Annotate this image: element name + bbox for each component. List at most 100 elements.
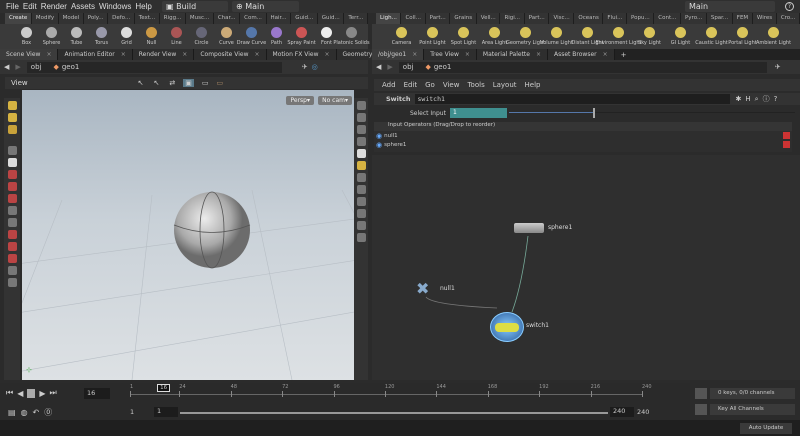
- menu-assets[interactable]: Assets: [71, 2, 95, 11]
- transform-icon[interactable]: ⇄: [169, 79, 175, 87]
- shelf-tab[interactable]: Spar...: [706, 13, 733, 24]
- lighting-icon[interactable]: [356, 161, 366, 170]
- forward-icon[interactable]: ▶: [387, 63, 392, 71]
- menu-help[interactable]: Help: [135, 2, 151, 11]
- handle-tool-icon[interactable]: [7, 206, 17, 215]
- shelf-tool-spot-light[interactable]: Spot Light: [448, 27, 479, 46]
- menu-tools[interactable]: Tools: [467, 81, 484, 89]
- play-icon[interactable]: ▶: [39, 389, 45, 398]
- sync-icon[interactable]: ⓪: [44, 407, 52, 418]
- render-region-icon[interactable]: ▭: [217, 79, 224, 87]
- link-icon[interactable]: ◎: [312, 63, 318, 71]
- shelf-tab[interactable]: Terr...: [344, 13, 368, 24]
- play-reverse-icon[interactable]: ◀: [17, 389, 23, 398]
- shelf-tab[interactable]: Guid...: [291, 13, 318, 24]
- right-context-select[interactable]: Main: [685, 1, 775, 12]
- shelf-tab[interactable]: Vell...: [476, 13, 501, 24]
- select-input-field[interactable]: 1: [450, 108, 507, 118]
- magnet-icon[interactable]: [7, 254, 17, 263]
- shelf-tool-sky-light[interactable]: Sky Light: [634, 27, 665, 46]
- shelf-tab[interactable]: Ligh...: [376, 13, 402, 24]
- node-sphere1[interactable]: [514, 223, 544, 233]
- shelf-tab[interactable]: Wires: [752, 13, 777, 24]
- shelf-tab[interactable]: Part...: [524, 13, 550, 24]
- range-slider[interactable]: [180, 412, 608, 414]
- shelf-tool-point-light[interactable]: Point Light: [417, 27, 448, 46]
- tab-asset-browser[interactable]: Asset Browser ×: [548, 49, 615, 60]
- shelf-tab[interactable]: Coll...: [401, 13, 426, 24]
- path-obj[interactable]: obj: [403, 63, 414, 71]
- stop-icon[interactable]: [27, 388, 36, 398]
- light-icon[interactable]: [7, 101, 17, 110]
- shelf-tool-path[interactable]: Path: [264, 27, 289, 46]
- shelf-tab[interactable]: Com...: [240, 13, 267, 24]
- tab-scene-view[interactable]: Scene View ×: [0, 49, 59, 60]
- range-end-field[interactable]: 240: [610, 407, 634, 417]
- tab-network-geo1[interactable]: /obj/geo1 ×: [372, 49, 425, 60]
- shelf-tab[interactable]: Oceans: [574, 13, 604, 24]
- ghost-icon[interactable]: [356, 173, 366, 182]
- remove-icon[interactable]: [783, 141, 790, 148]
- shelf-tool-null[interactable]: Null: [139, 27, 164, 46]
- shelf-tool-environment-light[interactable]: Environment Light: [596, 27, 642, 46]
- path-geo1[interactable]: geo1: [62, 63, 80, 71]
- points-icon[interactable]: [356, 209, 366, 218]
- network-editor[interactable]: sphere1 ✖ null1 switch1: [372, 155, 800, 380]
- current-frame-field[interactable]: 16: [84, 388, 110, 399]
- path-geo1[interactable]: geo1: [434, 63, 452, 71]
- smooth-icon[interactable]: [356, 149, 366, 158]
- shelf-tab[interactable]: Modify: [31, 13, 59, 24]
- tab-composite-view[interactable]: Composite View ×: [194, 49, 267, 60]
- shelf-tool-gi-light[interactable]: GI Light: [665, 27, 696, 46]
- normals-icon[interactable]: [356, 221, 366, 230]
- path-obj[interactable]: obj: [31, 63, 42, 71]
- shelf-tab[interactable]: Grains: [450, 13, 477, 24]
- tab-material-palette[interactable]: Material Palette ×: [476, 49, 548, 60]
- shelf-tab[interactable]: Create: [5, 13, 32, 24]
- pin-icon[interactable]: ✈: [302, 63, 308, 71]
- end-frame[interactable]: 240: [637, 408, 649, 416]
- grid-icon[interactable]: [356, 185, 366, 194]
- camera-icon[interactable]: [7, 278, 17, 287]
- pose-tool-icon[interactable]: ↖: [154, 79, 160, 87]
- menu-add[interactable]: Add: [382, 81, 396, 89]
- shelf-tab[interactable]: Text...: [134, 13, 160, 24]
- tab-render-view[interactable]: Render View ×: [132, 49, 195, 60]
- tab-tree-view[interactable]: Tree View ×: [424, 49, 477, 60]
- audio-icon[interactable]: ◍: [21, 408, 28, 417]
- shelf-tool-box[interactable]: Box: [14, 27, 39, 46]
- shelf-tab[interactable]: Part...: [425, 13, 451, 24]
- tab-animation-editor[interactable]: Animation Editor ×: [58, 49, 133, 60]
- shelf-tool-sphere[interactable]: Sphere: [39, 27, 64, 46]
- shelf-tool-ambient-light[interactable]: Ambient Light: [756, 27, 791, 46]
- shelf-tab[interactable]: Guid...: [317, 13, 345, 24]
- menu-edit[interactable]: Edit: [23, 2, 37, 11]
- key-all-channels-button[interactable]: Key All Channels: [710, 404, 795, 415]
- remove-icon[interactable]: [783, 132, 790, 139]
- range-start-field[interactable]: 1: [154, 407, 178, 417]
- forward-icon[interactable]: ▶: [15, 63, 20, 71]
- shelf-tool-platonic-solids[interactable]: Platonic Solids: [333, 27, 370, 46]
- node-name-field[interactable]: switch1: [414, 94, 730, 104]
- context-select[interactable]: ⊕ Main: [232, 1, 299, 12]
- help-icon[interactable]: ?: [774, 95, 778, 103]
- shelf-tool-portal-light[interactable]: Portal Light: [727, 27, 758, 46]
- shelf-tab[interactable]: Rigi...: [500, 13, 525, 24]
- shelf-tool-torus[interactable]: Torus: [89, 27, 114, 46]
- vis-icon[interactable]: [356, 233, 366, 242]
- node-switch1[interactable]: [490, 312, 524, 342]
- display-option-icon[interactable]: [356, 101, 366, 110]
- background-icon[interactable]: [356, 197, 366, 206]
- snapshot-icon[interactable]: ▭: [202, 79, 209, 87]
- light-icon[interactable]: [7, 113, 17, 122]
- shelf-tab[interactable]: Poly...: [83, 13, 109, 24]
- shelf-tool-spray-paint[interactable]: Spray Paint: [287, 27, 316, 46]
- active-select-icon[interactable]: [7, 158, 17, 167]
- wire-icon[interactable]: [356, 125, 366, 134]
- search-icon[interactable]: ⌕: [755, 95, 759, 104]
- shade-icon[interactable]: [356, 137, 366, 146]
- shelf-tab[interactable]: Rigg...: [159, 13, 186, 24]
- display-icon[interactable]: ▣: [183, 79, 194, 87]
- viewport[interactable]: Persp▾ No cam▾ ⊹: [22, 90, 354, 380]
- perspective-menu[interactable]: Persp▾: [286, 96, 314, 105]
